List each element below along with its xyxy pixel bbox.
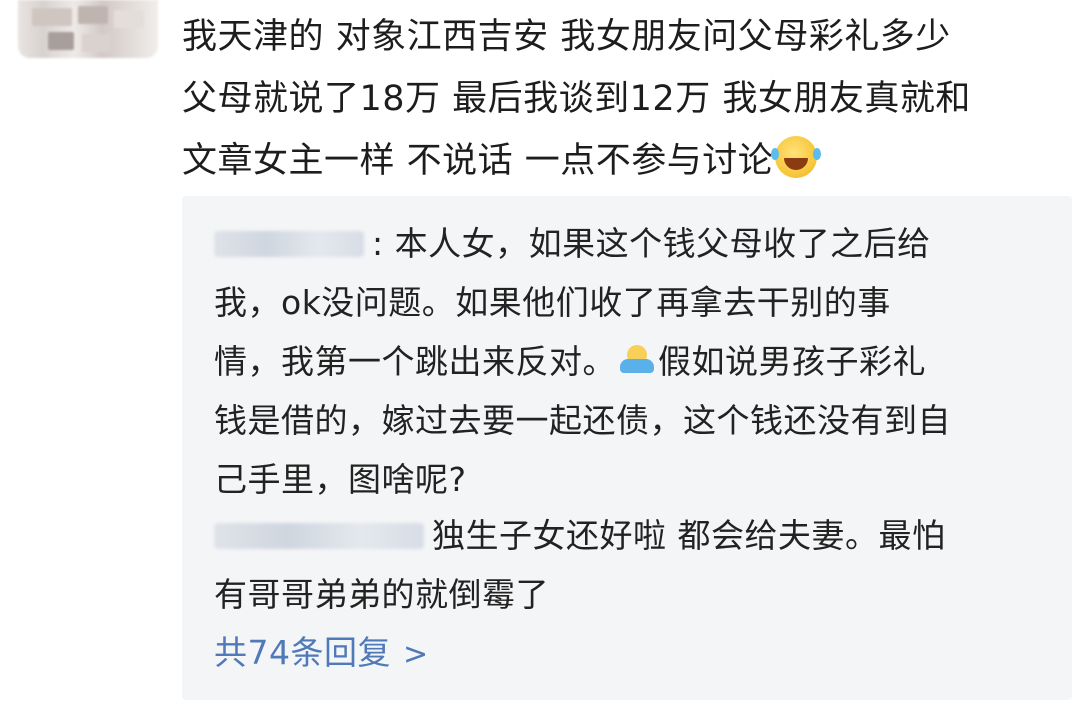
hug-icon bbox=[620, 343, 654, 377]
chevron-right-icon: > bbox=[403, 637, 429, 672]
reply-line: 己手里，图啥呢? bbox=[214, 460, 467, 499]
comment-line: 父母就说了18万 最后我谈到12万 我女朋友真就和 bbox=[182, 79, 971, 119]
comment-line-text: 文章女主一样 不说话 一点不参与讨论 bbox=[182, 141, 774, 181]
reply-author-blurred[interactable] bbox=[214, 523, 424, 549]
comment-text: 我天津的 对象江西吉安 我女朋友问父母彩礼多少 父母就说了18万 最后我谈到12… bbox=[182, 6, 1062, 192]
more-replies-label: 共74条回复 bbox=[214, 633, 391, 672]
avatar[interactable] bbox=[18, 0, 158, 58]
reply-item[interactable]: : 本人女，如果这个钱父母收了之后给 我，ok没问题。如果他们收了再拿去干别的事… bbox=[214, 214, 951, 509]
reply-line: 我，ok没问题。如果他们收了再拿去干别的事 bbox=[214, 283, 891, 322]
comment-line: 文章女主一样 不说话 一点不参与讨论 bbox=[182, 130, 1062, 192]
reply-line: 独生子女还好啦 都会给夫妻。最怕 bbox=[214, 506, 946, 565]
reply-text: 假如说男孩子彩礼 bbox=[658, 342, 926, 381]
reply-line: 钱是借的，嫁过去要一起还债，这个钱还没有到自 bbox=[214, 401, 951, 440]
reply-text: 情，我第一个跳出来反对。 bbox=[214, 342, 616, 381]
replies-panel: : 本人女，如果这个钱父母收了之后给 我，ok没问题。如果他们收了再拿去干别的事… bbox=[182, 196, 1072, 700]
reply-line: : 本人女，如果这个钱父母收了之后给 bbox=[214, 214, 951, 273]
reply-line: 有哥哥弟弟的就倒霉了 bbox=[214, 575, 549, 614]
reply-item[interactable]: 独生子女还好啦 都会给夫妻。最怕 有哥哥弟弟的就倒霉了 bbox=[214, 506, 946, 624]
reply-line: 情，我第一个跳出来反对。 假如说男孩子彩礼 bbox=[214, 332, 951, 391]
reply-text: 独生子女还好啦 都会给夫妻。最怕 bbox=[432, 516, 946, 555]
comment-line: 我天津的 对象江西吉安 我女朋友问父母彩礼多少 bbox=[182, 17, 951, 57]
reply-author-blurred[interactable] bbox=[214, 231, 364, 257]
view-more-replies-link[interactable]: 共74条回复 > bbox=[214, 628, 429, 680]
reply-text: : 本人女，如果这个钱父母收了之后给 bbox=[372, 224, 931, 263]
laugh-cry-icon bbox=[771, 136, 818, 178]
